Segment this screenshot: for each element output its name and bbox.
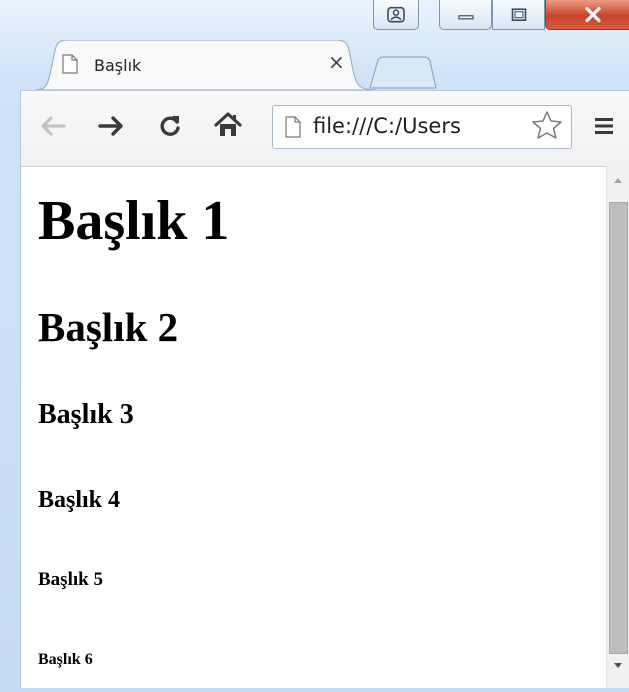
page-content: Başlık 1 Başlık 2 Başlık 3 Başlık 4 Başl… (20, 166, 606, 688)
browser-window: Başlık × file:///C:/Users Başlık 1 Başlı… (0, 0, 629, 692)
tab-title: Başlık (94, 56, 142, 75)
heading-3: Başlık 3 (38, 399, 134, 430)
heading-4: Başlık 4 (38, 487, 121, 513)
forward-arrow-icon[interactable] (98, 116, 124, 136)
minimize-icon (457, 14, 474, 19)
heading-5: Başlık 5 (38, 569, 103, 590)
close-window-button[interactable] (545, 0, 629, 30)
scroll-up-arrow-icon[interactable] (613, 176, 623, 184)
tab-baslik[interactable]: Başlık × (36, 40, 376, 90)
heading-1: Başlık 1 (38, 190, 230, 252)
star-icon[interactable] (530, 109, 564, 141)
window-bottom-edge (20, 688, 629, 692)
maximize-icon (511, 7, 526, 21)
menu-icon[interactable] (594, 116, 614, 136)
heading-6: Başlık 6 (38, 651, 93, 668)
address-bar[interactable]: file:///C:/Users (272, 105, 572, 149)
address-text[interactable]: file:///C:/Users (313, 114, 461, 138)
scroll-thumb[interactable] (609, 202, 628, 654)
tab-shape (36, 40, 376, 90)
back-arrow-icon[interactable] (40, 116, 66, 136)
home-icon[interactable] (214, 112, 242, 138)
new-tab-button[interactable] (360, 56, 438, 90)
maximize-button[interactable] (492, 0, 545, 30)
page-icon (285, 116, 301, 138)
vertical-scrollbar[interactable] (606, 166, 629, 688)
close-icon (585, 6, 601, 22)
reload-icon[interactable] (158, 114, 182, 138)
minimize-button[interactable] (439, 0, 492, 30)
tab-close-button[interactable]: × (328, 52, 345, 72)
heading-2: Başlık 2 (38, 304, 179, 350)
user-icon (387, 6, 405, 22)
scroll-down-arrow-icon[interactable] (613, 662, 623, 670)
user-profile-button[interactable] (373, 0, 419, 30)
page-icon (62, 54, 78, 74)
